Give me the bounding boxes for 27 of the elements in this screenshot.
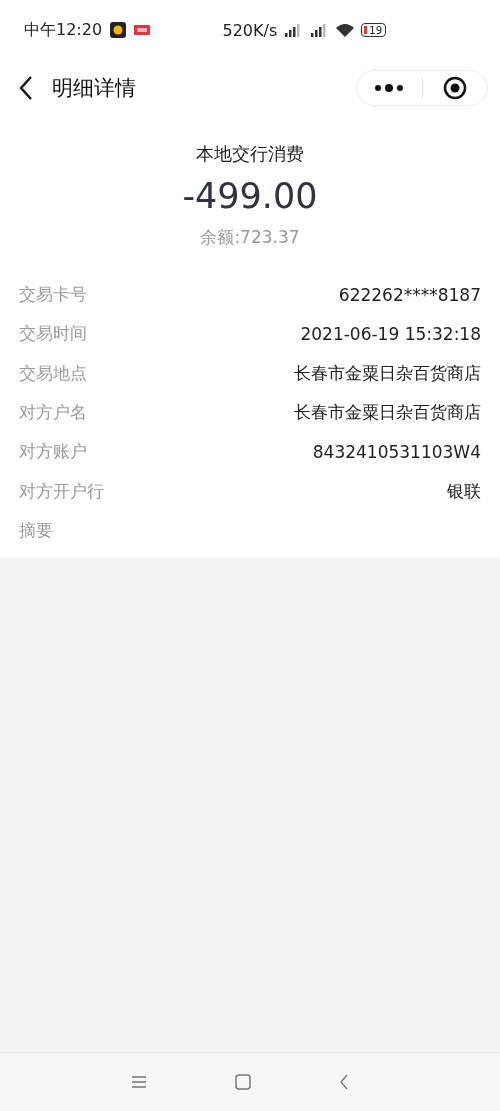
detail-value: 长春市金粟日杂百货商店 [294,361,481,385]
detail-value: 8432410531103W4 [312,441,481,462]
app-icon [110,22,127,38]
detail-value: 622262****8187 [338,284,481,305]
network-speed: 520K/s [222,20,278,40]
detail-label: 交易地点 [19,361,87,385]
balance-text: 余额:723.37 [200,226,300,249]
detail-label: 对方户名 [19,401,87,425]
news-app-icon [134,25,151,35]
wifi-icon [335,22,356,38]
detail-label: 对方开户行 [19,479,104,503]
detail-label: 交易卡号 [19,283,87,307]
home-icon[interactable] [235,1074,251,1090]
back-icon[interactable] [18,75,34,101]
detail-value: 2021-06-19 15:32:18 [300,323,481,344]
transaction-type: 本地交行消费 [196,142,304,166]
more-icon[interactable] [374,84,405,92]
detail-label: 摘要 [19,518,53,542]
transaction-amount: -499.00 [182,176,318,216]
detail-label: 对方账户 [19,440,87,464]
battery-level: 19 [369,24,382,36]
status-time: 中午12:20 [24,19,103,41]
detail-value: 银联 [447,479,481,503]
detail-label: 交易时间 [19,322,87,346]
menu-icon[interactable] [131,1075,147,1089]
detail-value: 长春市金粟日杂百货商店 [294,401,481,425]
page-title: 明细详情 [52,75,137,102]
